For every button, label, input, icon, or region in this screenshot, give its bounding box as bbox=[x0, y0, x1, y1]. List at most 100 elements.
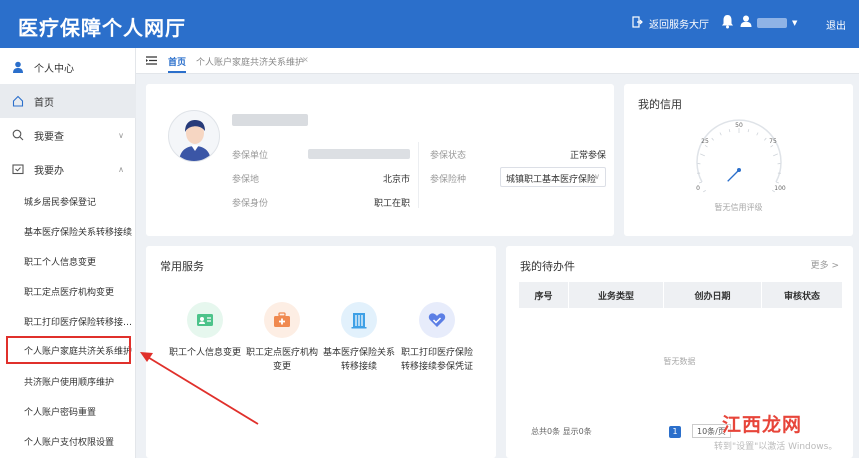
chevron-up-icon: ∧ bbox=[118, 164, 124, 174]
top-header: 医疗保障个人网厅 返回服务大厅 ▼ 退出 bbox=[0, 0, 859, 48]
sidebar-subitem[interactable]: 职工个人信息变更 bbox=[0, 246, 136, 276]
user-icon bbox=[740, 15, 752, 30]
column-header: 业务类型 bbox=[569, 282, 664, 308]
sidebar-subitem[interactable]: 个人账户支付权限设置 bbox=[0, 426, 136, 456]
sidebar-item-home[interactable]: 首页 bbox=[0, 84, 136, 118]
tab-close-icon[interactable]: × bbox=[302, 55, 309, 64]
gauge-tick bbox=[728, 129, 731, 133]
back-to-hall-link[interactable]: 返回服务大厅 bbox=[632, 16, 709, 31]
profile-card: 参保单位 参保地 北京市 参保身份 职工在职 参保状态 正常参保 参保险种 城镇… bbox=[146, 84, 614, 236]
menu-toggle-icon[interactable] bbox=[146, 56, 157, 68]
place-value: 北京市 bbox=[382, 175, 410, 185]
gauge-tick-label: 50 bbox=[735, 122, 743, 129]
sidebar-subitem[interactable]: 共济账户使用顺序维护 bbox=[0, 366, 136, 396]
divider bbox=[418, 142, 419, 208]
service-label: 职工打印医疗保险 转移接续参保凭证 bbox=[400, 348, 473, 372]
more-link[interactable]: 更多 > bbox=[811, 258, 839, 271]
search-icon bbox=[12, 129, 24, 141]
home-icon bbox=[12, 95, 24, 107]
insurance-label: 参保险种 bbox=[430, 175, 467, 185]
gauge-tick bbox=[764, 137, 767, 141]
sidebar-subitem[interactable]: 城乡居民参保登记 bbox=[0, 186, 136, 216]
gauge-tick bbox=[747, 129, 750, 133]
sidebar-subitem[interactable]: 个人账户密码重置 bbox=[0, 396, 136, 426]
unit-label: 参保单位 bbox=[232, 151, 269, 161]
user-menu[interactable]: ▼ bbox=[740, 15, 797, 30]
gauge-tick bbox=[711, 137, 714, 141]
credit-title: 我的信用 bbox=[638, 98, 682, 111]
sidebar-item-label: 我要办 bbox=[34, 165, 64, 177]
credit-note: 暂无信用评级 bbox=[714, 203, 763, 212]
column-header: 序号 bbox=[519, 282, 569, 308]
sidebar-item-label: 首页 bbox=[34, 97, 54, 109]
insurance-select-value: 城镇职工基本医疗保险 bbox=[506, 175, 597, 185]
status-label: 参保状态 bbox=[430, 151, 467, 161]
todo-table-header: 序号 业务类型 创办日期 审核状态 bbox=[519, 282, 842, 308]
sidebar-item-handle[interactable]: 我要办 ∧ bbox=[0, 152, 136, 186]
insurance-select[interactable]: 城镇职工基本医疗保险 ∨ bbox=[500, 167, 606, 187]
service-label: 基本医疗保险关系 转移接续 bbox=[322, 348, 395, 372]
user-icon bbox=[12, 61, 24, 73]
avatar bbox=[168, 110, 220, 162]
service-item-print-certificate[interactable]: 职工打印医疗保险 转移接续参保凭证 bbox=[397, 302, 477, 374]
building-icon bbox=[341, 302, 377, 338]
gauge-tick bbox=[704, 144, 708, 148]
credit-gauge: 0 25 50 75 100 bbox=[696, 119, 786, 193]
exit-door-icon bbox=[632, 16, 643, 31]
gauge-tick-label: 0 bbox=[696, 185, 700, 192]
identity-label: 参保身份 bbox=[232, 199, 269, 209]
sidebar-subitem[interactable]: 职工打印医疗保险转移接… bbox=[0, 306, 136, 336]
logout-button[interactable]: 退出 bbox=[826, 17, 846, 32]
gauge-needle bbox=[727, 169, 740, 182]
service-item-personal-info[interactable]: 职工个人信息变更 bbox=[165, 302, 245, 360]
tab-home[interactable]: 首页 bbox=[168, 55, 187, 73]
common-services-card: 常用服务 职工个人信息变更 职工定点医疗机构 变更 基本医疗保险关系 转移接续 bbox=[146, 246, 496, 458]
user-name-redacted bbox=[232, 114, 308, 126]
gauge-tick-label: 25 bbox=[701, 138, 709, 145]
sidebar-item-query[interactable]: 我要查 ∨ bbox=[0, 118, 136, 152]
sidebar-item-label: 个人中心 bbox=[34, 63, 74, 75]
gauge-tick bbox=[698, 181, 703, 184]
caret-down-icon: ▼ bbox=[792, 18, 798, 27]
sidebar-subitem-family-mutual-aid[interactable]: 个人账户家庭共济关系维护 bbox=[4, 334, 133, 366]
chevron-down-icon: ∨ bbox=[118, 130, 124, 140]
place-label: 参保地 bbox=[232, 175, 260, 185]
gauge-tick bbox=[719, 132, 722, 136]
pagination-summary: 总共0条 显示0条 bbox=[531, 427, 592, 436]
column-header: 审核状态 bbox=[783, 291, 820, 302]
gauge-tick bbox=[773, 153, 778, 157]
sidebar-item-personal-center[interactable]: 个人中心 bbox=[0, 50, 136, 84]
sidebar: 个人中心 首页 我要查 ∨ 我要办 ∧ 城乡居民参保登记 基本医疗保险关系转移接… bbox=[0, 48, 136, 458]
services-title: 常用服务 bbox=[160, 260, 204, 273]
gauge-tick bbox=[700, 153, 705, 157]
chevron-down-icon: ∨ bbox=[594, 172, 600, 181]
unit-value-redacted bbox=[308, 149, 410, 159]
tab-bar: 首页 个人账户家庭共济关系维护 × bbox=[136, 48, 859, 74]
sidebar-subitem[interactable]: 基本医疗保险关系转移接续 bbox=[0, 216, 136, 246]
credit-card: 我的信用 0 25 50 75 100 暂无信用评级 bbox=[624, 84, 853, 236]
empty-state: 暂无数据 bbox=[663, 357, 696, 366]
gauge-tick bbox=[702, 190, 706, 193]
gauge-tick bbox=[756, 132, 759, 136]
activate-windows-notice: 转到"设置"以激活 Windows。 bbox=[714, 442, 838, 452]
bell-icon[interactable] bbox=[721, 14, 734, 33]
page-button[interactable]: 1 bbox=[669, 426, 681, 438]
service-item-medical-institution[interactable]: 职工定点医疗机构 变更 bbox=[242, 302, 322, 374]
status-value: 正常参保 bbox=[569, 151, 606, 161]
gauge-tick-label: 75 bbox=[769, 138, 777, 145]
heart-check-icon bbox=[419, 302, 455, 338]
medical-kit-icon bbox=[264, 302, 300, 338]
tab-current[interactable]: 个人账户家庭共济关系维护 bbox=[196, 55, 304, 68]
todo-title: 我的待办件 bbox=[520, 260, 575, 273]
id-card-icon bbox=[187, 302, 223, 338]
site-title: 医疗保障个人网厅 bbox=[18, 16, 186, 40]
column-header: 创办日期 bbox=[664, 282, 762, 308]
gauge-tick bbox=[770, 144, 774, 148]
user-name-redacted bbox=[757, 17, 787, 28]
service-item-insurance-transfer[interactable]: 基本医疗保险关系 转移接续 bbox=[319, 302, 399, 374]
identity-value: 职工在职 bbox=[373, 199, 410, 209]
back-to-hall-label: 返回服务大厅 bbox=[649, 20, 709, 31]
gauge-tick-label: 100 bbox=[774, 185, 786, 192]
sidebar-subitem[interactable]: 职工定点医疗机构变更 bbox=[0, 276, 136, 306]
service-label: 职工定点医疗机构 变更 bbox=[245, 348, 318, 372]
